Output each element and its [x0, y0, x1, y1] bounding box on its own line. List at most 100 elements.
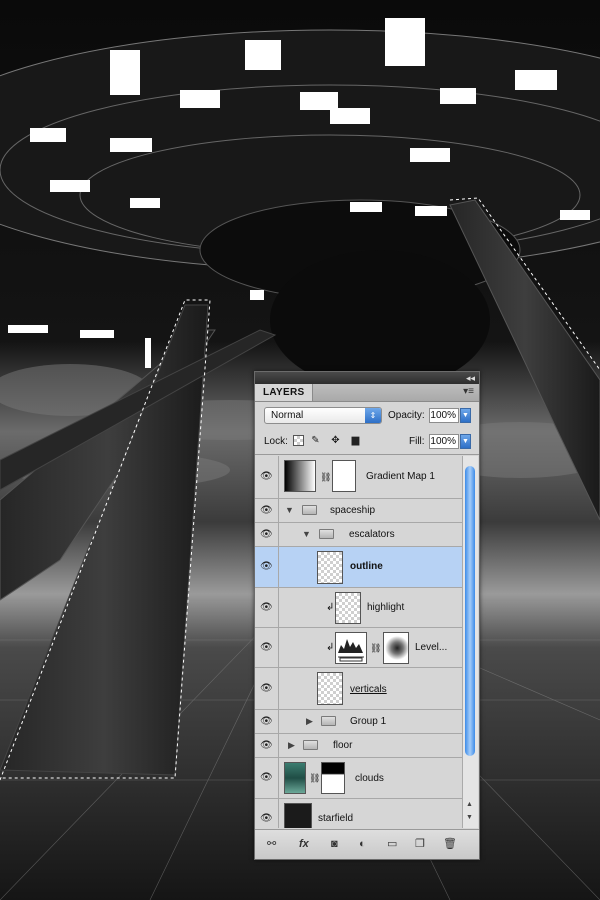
blend-mode-select[interactable]: Normal ⇕	[264, 407, 382, 424]
folder-icon	[302, 505, 317, 515]
visibility-toggle[interactable]: 👁	[255, 758, 279, 798]
folder-icon	[321, 716, 336, 726]
opacity-dropdown-icon[interactable]: ▼	[460, 408, 471, 423]
eye-icon: 👁	[260, 772, 273, 783]
fill-label: Fill:	[409, 436, 425, 447]
lock-brush-icon[interactable]: ✎	[310, 435, 321, 446]
layer-row-escalators[interactable]: 👁 ▼ escalators	[255, 523, 462, 547]
panel-footer: ⚯ fx ◙ ◐ ▭ ❐ 🗑	[255, 829, 479, 859]
visibility-toggle[interactable]: 👁	[255, 799, 279, 828]
blend-mode-arrow-icon: ⇕	[365, 408, 381, 423]
collapsed-triangle-icon[interactable]: ▶	[306, 716, 313, 727]
expand-triangle-icon[interactable]: ▼	[285, 505, 294, 515]
layer-name: Level...	[415, 642, 448, 653]
visibility-toggle[interactable]: 👁	[255, 588, 279, 627]
lock-row: Lock: ✎ ✥ ▆ Fill: 100% ▼	[255, 428, 479, 455]
layer-name: verticals	[350, 684, 387, 695]
lock-label: Lock:	[264, 436, 288, 447]
mask-thumbnail	[383, 632, 409, 664]
visibility-toggle[interactable]: 👁	[255, 456, 279, 498]
histogram-icon	[338, 639, 364, 662]
layer-name: escalators	[349, 529, 395, 540]
panel-menu-icon[interactable]: ▾≡	[463, 386, 474, 397]
adjustment-thumbnail	[284, 460, 316, 492]
visibility-toggle[interactable]: 👁	[255, 628, 279, 667]
eye-icon: 👁	[260, 601, 273, 613]
blend-mode-value: Normal	[271, 410, 304, 421]
expand-triangle-icon[interactable]: ▼	[302, 529, 311, 539]
layer-row-spaceship[interactable]: 👁 ▼ spaceship	[255, 499, 462, 523]
layer-thumbnail	[284, 762, 306, 794]
layer-row-gradient-map[interactable]: 👁 ⛓ Gradient Map 1	[255, 456, 462, 499]
fill-dropdown-icon[interactable]: ▼	[460, 434, 471, 449]
eye-icon: 👁	[260, 528, 273, 540]
visibility-toggle[interactable]: 👁	[255, 668, 279, 709]
levels-thumbnail	[335, 632, 367, 664]
layer-row-group-1[interactable]: 👁 ▶ Group 1	[255, 710, 462, 734]
scrollbar-thumb[interactable]	[465, 466, 475, 756]
lock-transparent-icon[interactable]	[293, 435, 304, 446]
folder-icon	[319, 529, 334, 539]
scroll-down-icon[interactable]: ▼	[466, 814, 473, 821]
link-icon: ⛓	[370, 643, 382, 653]
layers-scrollbar[interactable]: ▲ ▼	[462, 456, 478, 828]
eye-icon: 👁	[260, 561, 273, 572]
eye-icon: 👁	[260, 641, 273, 653]
tab-layers[interactable]: LAYERS	[255, 384, 314, 401]
layer-row-clouds[interactable]: 👁 ⛓ clouds	[255, 758, 462, 799]
panel-tab-row: LAYERS ▾≡	[255, 384, 479, 402]
layer-name: Gradient Map 1	[366, 471, 435, 482]
eye-icon: 👁	[260, 739, 273, 751]
layer-name: spaceship	[330, 505, 376, 516]
new-layer-icon[interactable]: ❐	[415, 838, 425, 850]
visibility-toggle[interactable]: 👁	[255, 734, 279, 757]
opacity-label: Opacity:	[388, 410, 425, 421]
layer-name: clouds	[355, 773, 384, 784]
new-group-icon[interactable]: ▭	[387, 838, 397, 850]
layers-panel: ◂◂ LAYERS ▾≡ Normal ⇕ Opacity: 100% ▼ Lo…	[254, 371, 480, 860]
mask-thumbnail	[332, 460, 356, 492]
layer-row-floor[interactable]: 👁 ▶ floor	[255, 734, 462, 758]
fx-icon[interactable]: fx	[299, 838, 309, 850]
layers-list: 👁 ⛓ Gradient Map 1 👁 ▼ spaceship 👁 ▼ esc…	[255, 456, 462, 828]
eye-icon: 👁	[260, 682, 273, 694]
visibility-toggle[interactable]: 👁	[255, 710, 279, 733]
layer-row-verticals[interactable]: 👁 verticals	[255, 668, 462, 710]
link-icon: ⛓	[309, 773, 321, 783]
layer-row-starfield[interactable]: 👁 starfield	[255, 799, 462, 828]
trash-icon[interactable]: 🗑	[443, 838, 457, 850]
eye-icon: 👁	[260, 471, 273, 482]
eye-icon: 👁	[260, 715, 273, 727]
eye-icon: 👁	[260, 504, 273, 516]
collapse-icon[interactable]: ◂◂	[466, 372, 475, 384]
link-icon: ⛓	[320, 472, 332, 482]
layer-row-outline[interactable]: 👁 outline	[255, 547, 462, 588]
blend-row: Normal ⇕ Opacity: 100% ▼	[255, 402, 479, 428]
adjustment-layer-icon[interactable]: ◐	[359, 838, 366, 850]
panel-titlebar[interactable]: ◂◂	[255, 372, 479, 384]
scroll-up-icon[interactable]: ▲	[466, 801, 473, 808]
fill-input[interactable]: 100%	[429, 434, 459, 449]
visibility-toggle[interactable]: 👁	[255, 547, 279, 587]
opacity-input[interactable]: 100%	[429, 408, 459, 423]
collapsed-triangle-icon[interactable]: ▶	[288, 740, 295, 751]
lock-all-icon[interactable]: ▆	[350, 435, 361, 446]
visibility-toggle[interactable]: 👁	[255, 523, 279, 546]
layer-name: starfield	[318, 813, 354, 824]
layer-row-levels[interactable]: 👁 ↲ ⛓ Level...	[255, 628, 462, 668]
layer-name: highlight	[367, 602, 405, 613]
layer-name: outline	[350, 561, 383, 572]
layer-row-highlight[interactable]: 👁 ↲ highlight	[255, 588, 462, 628]
layer-name: floor	[333, 740, 353, 751]
clipping-arrow-icon: ↲	[326, 642, 335, 653]
add-mask-icon[interactable]: ◙	[331, 838, 338, 850]
eye-icon: 👁	[260, 812, 273, 824]
layer-thumbnail	[317, 672, 343, 705]
folder-icon	[303, 740, 318, 750]
visibility-toggle[interactable]: 👁	[255, 499, 279, 522]
link-layers-icon[interactable]: ⚯	[267, 838, 276, 850]
lock-move-icon[interactable]: ✥	[330, 435, 341, 446]
layer-name: Group 1	[350, 716, 387, 727]
clipping-arrow-icon: ↲	[326, 602, 335, 613]
layer-thumbnail	[335, 592, 361, 624]
